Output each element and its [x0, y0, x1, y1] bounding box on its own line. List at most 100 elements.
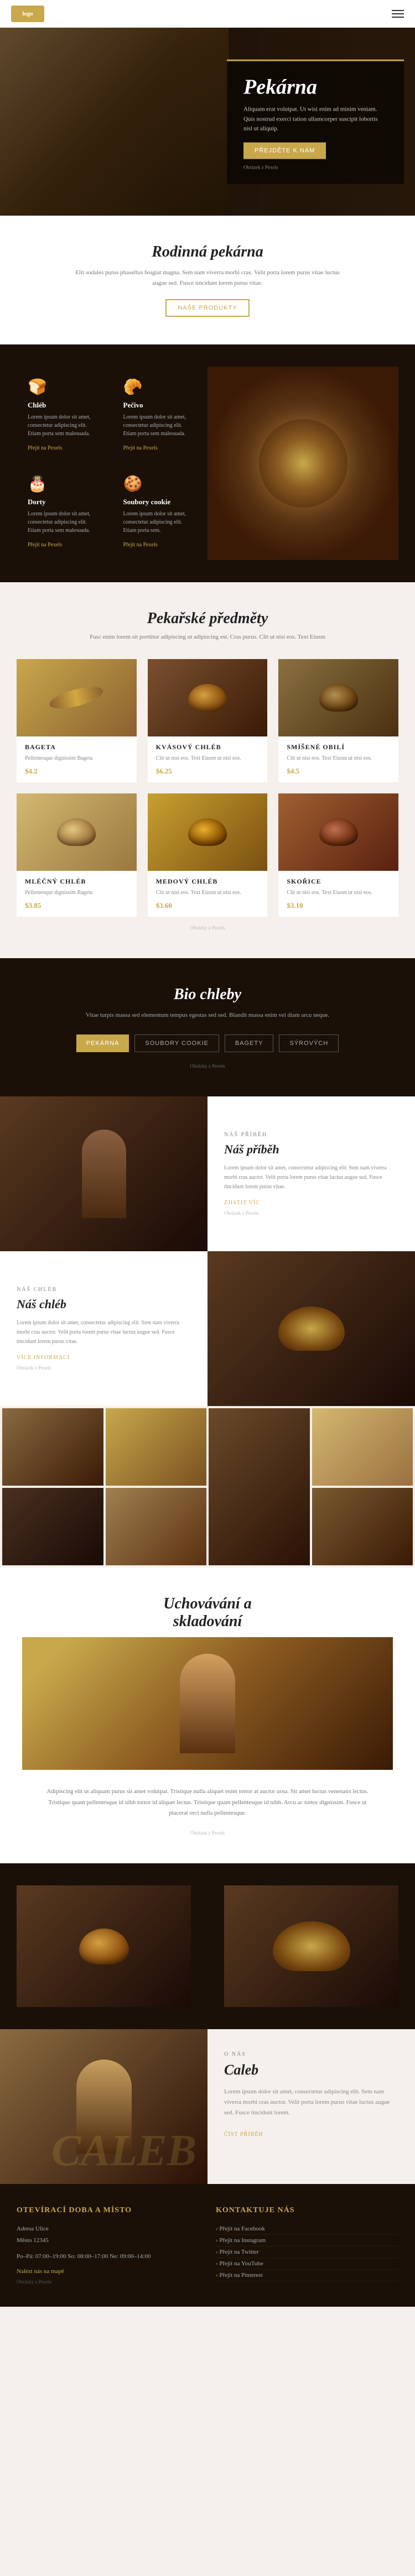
cat-chleb-desc: Lorem ipsum dolor sit amet, consectetur … [28, 413, 101, 438]
item-card-milk: MLÉČNÝ CHLÉB Pellentesque dignissim Bage… [17, 793, 137, 917]
item-image-milk [17, 793, 137, 871]
caleb-body-text: Lorem ipsum dolor sit amet, consectetur … [224, 2087, 398, 2118]
gallery-cell-6 [106, 1488, 207, 1565]
footer-col-right: Kontaktuje nás Přejít na Facebook Přejít… [216, 2206, 398, 2285]
story-section: NÁŠ PŘÍBĚH Náš příběh Lorem ipsum dolor … [0, 1096, 415, 1251]
story-left-link[interactable]: ZJISTIT VÍC [224, 1200, 398, 1206]
story-right-title: Náš chléb [17, 1297, 191, 1311]
item-price-grain: $4.5 [287, 767, 390, 776]
bio-btn-cookie[interactable]: SOUBORY COOKIE [134, 1034, 219, 1052]
item-card-sourdough: KVÁSOVÝ CHLÉB Clit ut nisi eos. Text Eiu… [148, 659, 268, 782]
items-grid: BAGETA Pellentesque dignissim Bageta $4.… [17, 659, 398, 917]
item-price-milk: $3.85 [25, 901, 128, 910]
cat-dorty-desc: Lorem ipsum dolor sit amet, consectetur … [28, 510, 101, 535]
storage-title: Uchovávání a skladování [22, 1595, 393, 1631]
caleb-title: Caleb [224, 2062, 398, 2078]
dark-col-left [0, 1863, 208, 2029]
products-button[interactable]: NAŠE PRODUKTY [165, 299, 249, 317]
footer-map-link[interactable]: Nalézt nás na mapě [17, 2268, 199, 2275]
storage-baker-shape [180, 1654, 235, 1753]
categories-section: 🍞 Chléb Lorem ipsum dolor sit amet, cons… [0, 344, 415, 582]
story-right-link[interactable]: VÍCE INFORMACÍ [17, 1355, 191, 1361]
item-desc-cinnamon: Clit ut nisi eos. Text Eiusm ut nisi eos… [287, 889, 390, 897]
caleb-section: CALEB O NÁS Caleb Lorem ipsum dolor sit … [0, 2029, 415, 2184]
cake-icon: 🎂 [28, 474, 101, 493]
cookie-icon: 🍪 [123, 474, 197, 493]
item-price-cinnamon: $3.10 [287, 901, 390, 910]
cat-pecivo-link[interactable]: Přejít na Pexels [123, 445, 158, 451]
footer-left-caption: Obrázky z Pexels [17, 2279, 199, 2285]
footer-list-item-facebook[interactable]: Přejít na Facebook [216, 2223, 398, 2235]
footer-list-item-youtube[interactable]: Přejít na YouTube [216, 2258, 398, 2270]
caleb-image: CALEB [0, 2029, 208, 2184]
footer-right-title: Kontaktuje nás [216, 2206, 398, 2215]
logo[interactable]: logo [11, 6, 44, 22]
bakery-items-title: Pekařské předměty [17, 610, 398, 628]
footer-list-item-pinterest[interactable]: Přejít na Pinterest [216, 2270, 398, 2281]
item-desc-milk: Pellentesque dignissim Bageta [25, 889, 128, 897]
baguette-decoration [48, 683, 105, 713]
family-description: Elit sodales purus phasellus feugiat mag… [69, 268, 346, 288]
story-right-caption: Obrázek z Pexels [17, 1365, 191, 1371]
cat-dorty-name: Dorty [28, 498, 101, 506]
story-left-caption: Obrázek z Pexels [224, 1210, 398, 1216]
bio-btn-bagety[interactable]: BAGETY [225, 1034, 274, 1052]
sourdough-decoration [188, 684, 227, 712]
item-image-sourdough [148, 659, 268, 736]
caleb-watermark: CALEB [51, 2129, 196, 2173]
footer-list-item-twitter[interactable]: Přejít na Twitter [216, 2246, 398, 2258]
storage-caption: Obrázek z Pexels [22, 1830, 393, 1836]
caleb-content: O NÁS Caleb Lorem ipsum dolor sit amet, … [208, 2029, 415, 2184]
item-name-bageta: BAGETA [25, 743, 128, 751]
item-desc-sourdough: Clit ut nisi eos. Text Eiusm ut nisi eos… [156, 754, 260, 762]
caleb-read-link[interactable]: ČÍST PŘÍBĚH [224, 2131, 263, 2138]
menu-toggle[interactable] [392, 10, 404, 18]
item-image-honey [148, 793, 268, 871]
dark-col-right [208, 1863, 415, 2029]
item-price-honey: $3.60 [156, 901, 260, 910]
bio-btn-pekarna[interactable]: PEKÁRNA [76, 1034, 129, 1052]
hero-content-box: Pekárna Aliquam erat volutpat. Ut wisi e… [227, 60, 404, 184]
bakery-items-description: Fusc enim lorem sit porttitor adipiscing… [55, 632, 360, 642]
story-right-content: NÁŠ CHLÉB Náš chléb Lorem ipsum dolor si… [0, 1251, 208, 1406]
baker-person-shape [82, 1130, 126, 1218]
story-right-image [208, 1251, 415, 1406]
cat-pecivo-name: Pečivo [123, 401, 197, 410]
dark-col-right-image [224, 1885, 398, 2007]
gallery-cell-4 [312, 1408, 413, 1486]
item-name-cinnamon: SKOŘICE [287, 877, 390, 886]
cinnamon-decoration [319, 818, 358, 846]
story-right-label: NÁŠ CHLÉB [17, 1287, 191, 1293]
pastry-icon: 🥐 [123, 378, 197, 396]
cat-chleb-link[interactable]: Přejít na Pexels [28, 445, 62, 451]
bio-title: Bio chleby [22, 986, 393, 1004]
item-card-bageta: BAGETA Pellentesque dignissim Bageta $4.… [17, 659, 137, 782]
two-col-dark-section [0, 1863, 415, 2029]
gallery-grid [0, 1406, 415, 1567]
item-info-sourdough: KVÁSOVÝ CHLÉB Clit ut nisi eos. Text Eiu… [148, 736, 268, 782]
bakery-items-section: Pekařské předměty Fusc enim lorem sit po… [0, 582, 415, 958]
item-card-cinnamon: SKOŘICE Clit ut nisi eos. Text Eiusm ut … [278, 793, 398, 917]
item-info-honey: MEDOVÝ CHLÉB Clit ut nisi eos. Text Eius… [148, 871, 268, 917]
bakery-items-caption: Obrázky z Pexels [17, 925, 398, 931]
dark-right-bread [273, 1921, 350, 1971]
hero-cta-button[interactable]: PŘEJDĚTE K NÁM [243, 142, 326, 159]
bio-section: Bio chleby Vitae turpis massa sed elemen… [0, 958, 415, 1096]
family-section: Rodinná pekárna Elit sodales purus phase… [0, 216, 415, 344]
gallery-cell-2 [106, 1408, 207, 1486]
storage-section: Uchovávání a skladování Adipiscing elit … [0, 1567, 415, 1863]
item-price-sourdough: $6.25 [156, 767, 260, 776]
cat-cookie-link[interactable]: Přejít na Pexels [123, 542, 158, 548]
bio-btn-syrových[interactable]: SÝROVÝCH [279, 1034, 339, 1052]
dark-left-bread [79, 1929, 129, 1964]
gallery-cell-1 [2, 1408, 103, 1486]
category-item-chleb: 🍞 Chléb Lorem ipsum dolor sit amet, cons… [17, 367, 112, 463]
storage-description: Adipiscing elit ut aliquam purus sit ame… [42, 1786, 374, 1819]
cat-dorty-link[interactable]: Přejít na Pexels [28, 542, 62, 548]
footer-list-item-instagram[interactable]: Přejít na Instagram [216, 2235, 398, 2246]
hero-section: Pekárna Aliquam erat volutpat. Ut wisi e… [0, 28, 415, 216]
story-section-right: NÁŠ CHLÉB Náš chléb Lorem ipsum dolor si… [0, 1251, 415, 1406]
storage-main-image [22, 1637, 393, 1770]
bio-caption: Obrázky z Pexels [22, 1063, 393, 1069]
footer-social-list: Přejít na Facebook Přejít na Instagram P… [216, 2223, 398, 2281]
